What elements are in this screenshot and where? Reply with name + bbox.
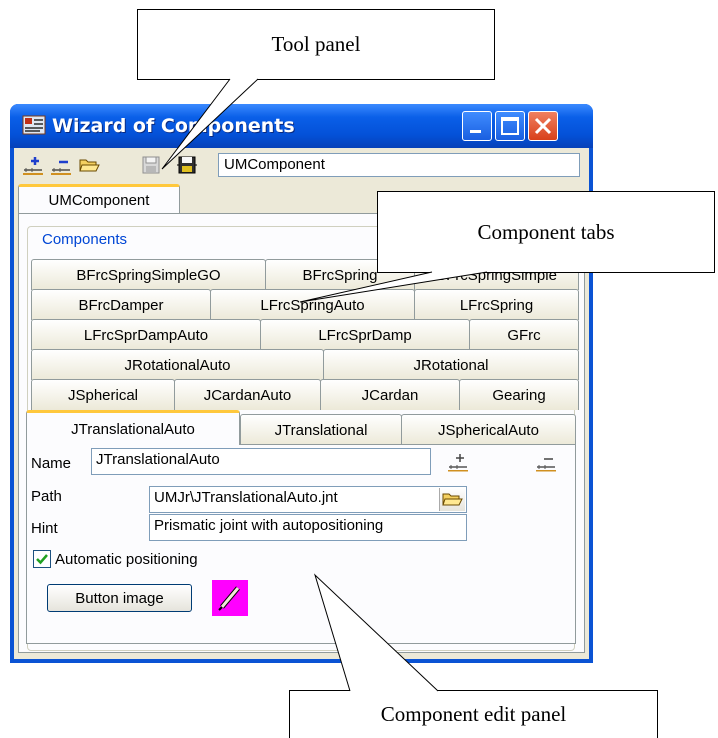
tab-jrotational[interactable]: JRotational [323,349,579,380]
component-edit-panel-callout-text: Component edit panel [380,702,567,726]
tab-jcardan[interactable]: JCardan [320,379,460,410]
tab-label: JSphericalAuto [438,421,539,439]
browse-button[interactable] [439,488,465,511]
open-folder-icon [442,493,463,506]
tab-label: JCardanAuto [203,386,292,404]
tab-jspherical[interactable]: JSpherical [31,379,175,410]
wizard-window: Wizard of Components UMComponent UMCompo… [10,104,593,663]
tab-label: LFrcSpring [459,296,534,314]
window-title: Wizard of Components [52,115,295,137]
close-button[interactable] [528,111,558,141]
tab-lfrcsprdamp[interactable]: LFrcSprDamp [260,319,470,350]
tab-umcomponent[interactable]: UMComponent [18,184,180,214]
component-name-field[interactable]: UMComponent [218,153,580,177]
title-bar[interactable]: Wizard of Components [10,104,593,148]
tab-label: JRotational [413,356,489,374]
component-tabs-callout-text: Component tabs [477,219,615,244]
tab-label: LFrcSpringAuto [260,296,365,314]
tab-label: BFrcSpring [302,266,378,284]
tab-gearing[interactable]: Gearing [459,379,579,410]
tab-jtranslationalauto[interactable]: JTranslationalAuto [26,410,240,445]
path-value: UMJr\JTranslationalAuto.jnt [154,489,338,506]
tab-label: LFrcSprDampAuto [83,326,209,344]
path-field[interactable]: UMJr\JTranslationalAuto.jnt [149,486,467,513]
tab-jcardanauto[interactable]: JCardanAuto [174,379,321,410]
minimize-button[interactable] [462,111,492,141]
save-icon[interactable] [176,154,198,176]
app-icon [22,115,46,135]
tab-jsphericalauto[interactable]: JSphericalAuto [401,414,576,445]
path-label: Path [31,488,62,505]
tab-bfrcspringsimplego[interactable]: BFrcSpringSimpleGO [31,259,266,290]
tab-label: BFrcSpringSimpleGO [76,266,221,284]
tool-panel-callout-text: Tool panel [271,32,361,56]
minimize-icon [470,130,481,133]
tool-panel: UMComponent [14,148,589,182]
add-component-icon[interactable] [22,154,44,176]
tab-label: LFrcSprDamp [318,326,412,344]
tab-label: JTranslationalAuto [71,420,195,438]
tab-label: BFrcDamper [78,296,164,314]
button-image-label: Button image [75,589,164,607]
tab-jtranslational[interactable]: JTranslational [240,414,402,445]
pencil-icon [218,586,240,611]
remove-component-icon[interactable] [50,154,72,176]
tool-panel-callout: Tool panel [137,9,495,80]
tab-label: JRotationalAuto [124,356,231,374]
name-label: Name [31,455,72,472]
tab-lfrcspring[interactable]: LFrcSpring [414,289,579,320]
add-component-icon[interactable] [447,451,469,473]
save-disabled-icon[interactable] [140,154,162,176]
tab-lfrcsprdampauto[interactable]: LFrcSprDampAuto [31,319,261,350]
name-field[interactable]: JTranslationalAuto [91,448,431,475]
checkmark-icon [36,554,48,565]
component-edit-panel-callout: Component edit panel [289,690,658,738]
tab-lfrcspringauto[interactable]: LFrcSpringAuto [210,289,415,320]
hint-field[interactable]: Prismatic joint with autopositioning [149,514,467,541]
components-group-label: Components [40,231,130,248]
maximize-icon [501,117,519,135]
automatic-positioning-label: Automatic positioning [55,551,198,568]
tab-label: JTranslational [274,421,368,439]
tab-gfrc[interactable]: GFrc [469,319,579,350]
tab-label: JSpherical [67,386,139,404]
component-tabs-callout: Component tabs [377,191,715,273]
tab-label: JCardan [361,386,419,404]
button-image-preview [212,580,248,616]
component-edit-panel: Name JTranslationalAuto Path UMJr\JTrans… [26,444,576,644]
maximize-button[interactable] [495,111,525,141]
tab-bfrcdamper[interactable]: BFrcDamper [31,289,211,320]
remove-component-icon[interactable] [535,451,557,473]
hint-label: Hint [31,520,58,537]
tab-label: GFrc [507,326,541,344]
close-icon [534,117,552,135]
automatic-positioning-checkbox[interactable] [33,550,51,568]
tab-label: Gearing [492,386,546,404]
tab-jrotationalauto[interactable]: JRotationalAuto [31,349,324,380]
button-image-button[interactable]: Button image [47,584,192,612]
open-folder-icon[interactable] [78,154,100,176]
tab-label: UMComponent [48,192,150,209]
